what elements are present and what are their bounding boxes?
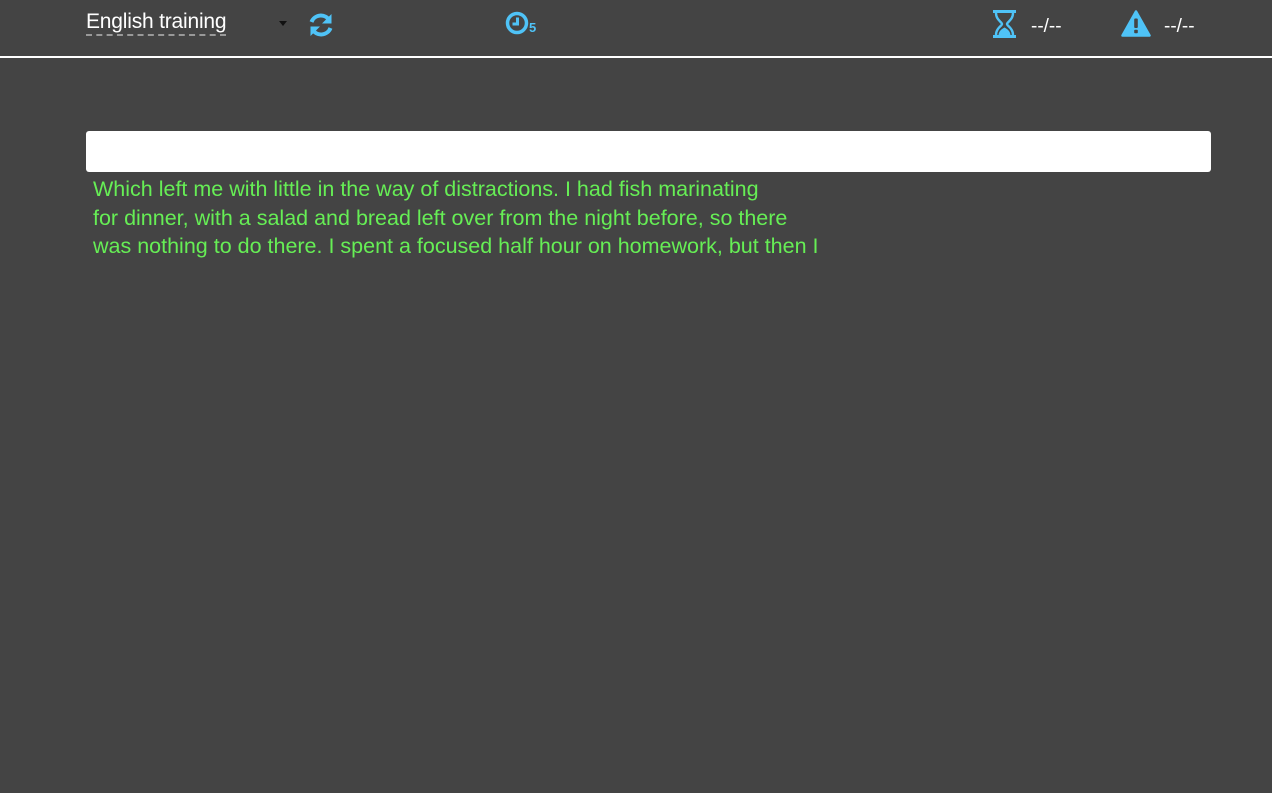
warning-icon [1121, 10, 1151, 37]
top-toolbar: English training 5 --/-- --/-- [0, 0, 1272, 58]
error-count-value: --/-- [1164, 16, 1195, 37]
elapsed-time-value: --/-- [1031, 16, 1062, 37]
hourglass-icon [993, 10, 1016, 38]
clock-count: 5 [529, 20, 537, 35]
refresh-icon[interactable] [307, 11, 335, 39]
passage-line: Which left me with little in the way of … [93, 177, 759, 201]
typing-input[interactable] [86, 131, 1211, 172]
passage-text: Which left me with little in the way of … [93, 175, 893, 261]
clock-icon [505, 11, 529, 35]
chevron-down-icon[interactable] [279, 21, 287, 26]
passage-line: for dinner, with a salad and bread left … [93, 205, 788, 230]
mode-select[interactable]: English training [86, 10, 292, 36]
passage-line: was nothing to do there. I spent a focus… [93, 234, 819, 258]
mode-select-label[interactable]: English training [86, 10, 227, 36]
